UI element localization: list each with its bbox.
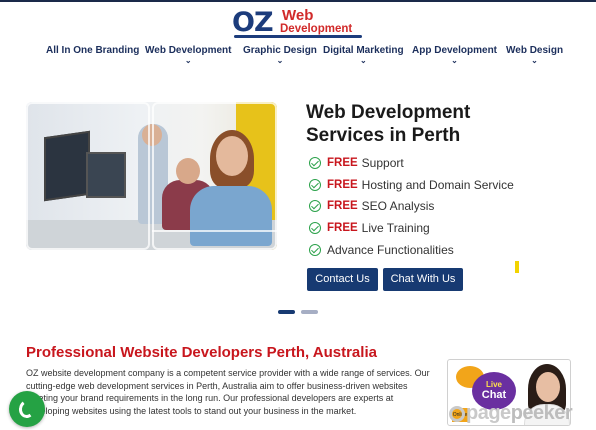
chevron-down-icon[interactable]: ⌄: [323, 57, 404, 65]
support-agent-face: [536, 372, 560, 402]
feature-text: Support: [361, 155, 404, 170]
nav-item-web-development[interactable]: Web Development ⌄: [145, 45, 232, 65]
hero-team-photo: [26, 102, 277, 250]
free-badge: FREE: [327, 156, 358, 169]
chat-with-us-button[interactable]: Chat With Us: [383, 268, 463, 291]
logo-swoosh: [234, 35, 362, 38]
chat-label: Chat: [481, 389, 507, 401]
site-logo[interactable]: OZ Web Development: [232, 8, 364, 40]
chevron-down-icon[interactable]: ⌄: [506, 57, 563, 65]
slider-dot-1[interactable]: [278, 310, 295, 314]
check-circle-icon: [309, 243, 321, 256]
chevron-down-icon[interactable]: ⌄: [412, 57, 497, 65]
nav-item-label: Digital Marketing: [323, 45, 404, 56]
free-badge: FREE: [327, 200, 358, 213]
watermark-logo-icon: [449, 406, 465, 422]
check-circle-icon: [309, 156, 321, 169]
logo-oz-text: OZ: [232, 7, 274, 38]
main-nav: All In One Branding Web Development ⌄ Gr…: [0, 45, 596, 71]
feature-text: SEO Analysis: [361, 199, 435, 214]
feature-item: FREE Support: [309, 152, 569, 174]
chevron-down-icon[interactable]: ⌄: [243, 57, 317, 65]
contact-us-button[interactable]: Contact Us: [307, 268, 378, 291]
photo-frame-left: [26, 102, 150, 250]
pagepeeker-watermark: pagepeeker: [466, 402, 573, 425]
feature-item: FREE Live Training: [309, 217, 569, 239]
nav-item-label: Web Development: [145, 45, 232, 56]
feature-item: FREE Hosting and Domain Service: [309, 174, 569, 196]
slider-dot-2[interactable]: [301, 310, 318, 314]
free-badge: FREE: [327, 178, 358, 191]
watermark-text-page: page: [466, 402, 511, 424]
logo-web-text: Web: [282, 7, 314, 24]
nav-item-digital-marketing[interactable]: Digital Marketing ⌄: [323, 45, 404, 65]
yellow-marker: [515, 261, 519, 273]
feature-text: Hosting and Domain Service: [361, 177, 514, 192]
check-circle-icon: [309, 200, 321, 213]
hero-title: Web Development Services in Perth: [306, 102, 471, 146]
nav-item-all-in-one-branding[interactable]: All In One Branding: [46, 45, 139, 56]
hero-slider: Web Development Services in Perth FREE S…: [0, 72, 596, 330]
watermark-text-peeker: peeker: [510, 402, 573, 424]
nav-item-app-development[interactable]: App Development ⌄: [412, 45, 497, 65]
phone-handset-icon: [17, 398, 37, 420]
section-body: OZ website development company is a comp…: [26, 368, 430, 416]
photo-frame-right: [152, 102, 277, 250]
nav-item-graphic-design[interactable]: Graphic Design ⌄: [243, 45, 317, 65]
check-circle-icon: [309, 221, 321, 234]
feature-item: FREE SEO Analysis: [309, 195, 569, 217]
feature-list: FREE Support FREE Hosting and Domain Ser…: [309, 152, 569, 260]
photo-frame-bottom: [152, 230, 277, 250]
site-header: OZ Web Development All In One Branding W…: [0, 2, 596, 72]
nav-item-web-design[interactable]: Web Design ⌄: [506, 45, 563, 65]
nav-item-label: Graphic Design: [243, 45, 317, 56]
check-circle-icon: [309, 178, 321, 191]
nav-item-label: Web Design: [506, 45, 564, 56]
nav-item-label: All In One Branding: [46, 45, 140, 56]
whatsapp-icon[interactable]: [9, 391, 45, 427]
section-title: Professional Website Developers Perth, A…: [26, 344, 377, 361]
feature-item: Advance Functionalities: [309, 239, 569, 261]
free-badge: FREE: [327, 221, 358, 234]
nav-item-label: App Development: [412, 45, 498, 56]
feature-text: Live Training: [361, 220, 430, 235]
feature-text: Advance Functionalities: [327, 242, 454, 257]
live-label: Live: [485, 380, 502, 389]
chevron-down-icon[interactable]: ⌄: [145, 57, 232, 65]
